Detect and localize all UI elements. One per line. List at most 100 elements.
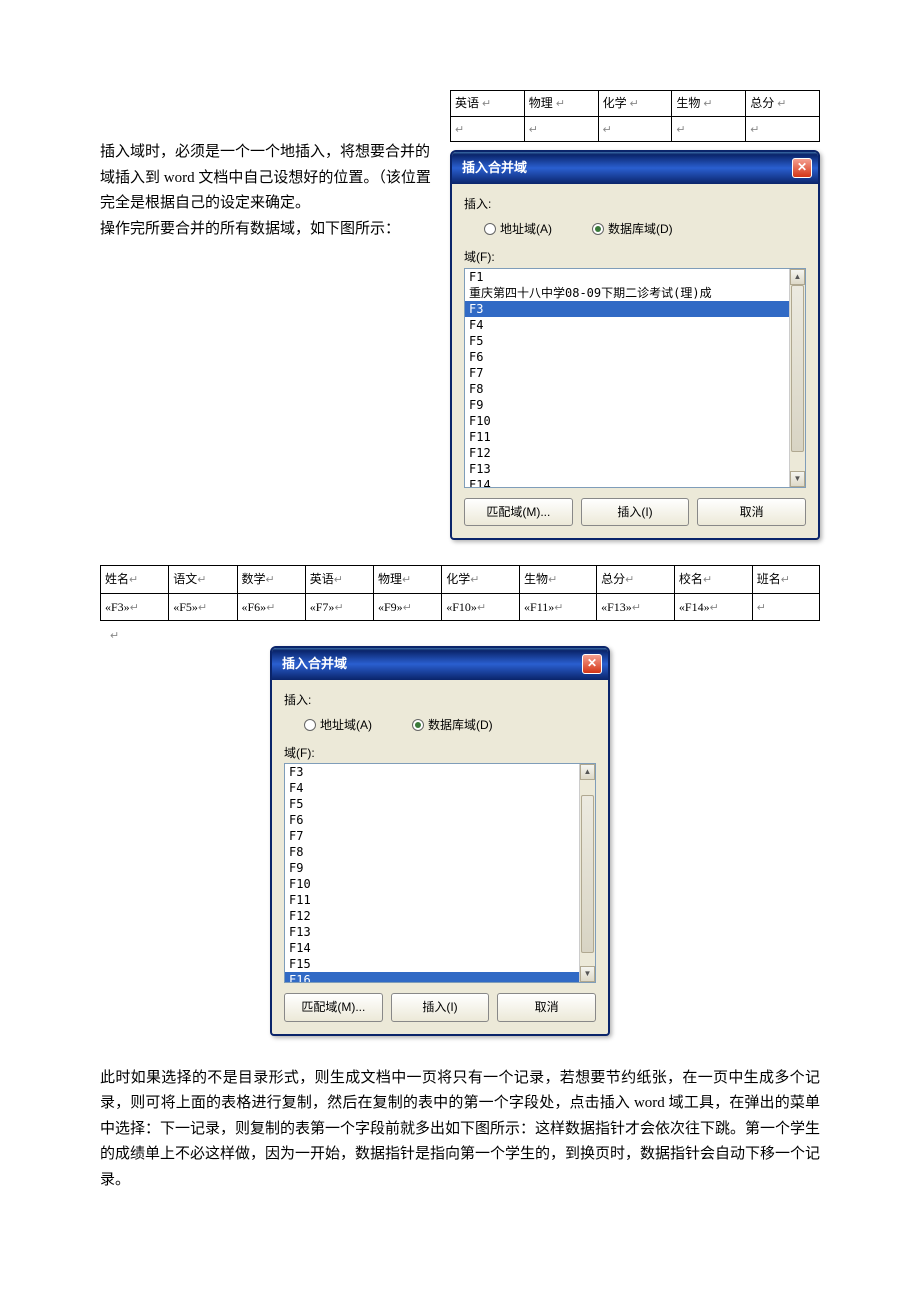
cancel-button[interactable]: 取消 xyxy=(497,993,596,1021)
radio-database-field[interactable]: 数据库域(D) xyxy=(412,715,493,735)
result-td: «F3»↵ xyxy=(101,593,169,621)
result-td: «F11»↵ xyxy=(520,593,597,621)
scrollbar[interactable]: ▲ ▼ xyxy=(789,269,805,487)
fields-label: 域(F): xyxy=(464,247,806,267)
insert-merge-field-dialog-2: 插入合并域 ✕ 插入: 地址域(A) 数据库域(D) 域(F): F3F4F5F… xyxy=(270,646,610,1036)
result-td: «F6»↵ xyxy=(237,593,305,621)
list-item[interactable]: F10 xyxy=(465,413,789,429)
scroll-thumb[interactable] xyxy=(791,285,804,452)
radio-database-field[interactable]: 数据库域(D) xyxy=(592,219,673,239)
list-item[interactable]: F1 xyxy=(465,269,789,285)
list-item[interactable]: 重庆第四十八中学08-09下期二诊考试(理)成 xyxy=(465,285,789,301)
list-item[interactable]: F9 xyxy=(465,397,789,413)
list-item[interactable]: F6 xyxy=(285,812,579,828)
list-item[interactable]: F3 xyxy=(465,301,789,317)
list-item[interactable]: F7 xyxy=(285,828,579,844)
scrollbar[interactable]: ▲ ▼ xyxy=(579,764,595,982)
fields-label: 域(F): xyxy=(284,743,596,763)
fields-listbox[interactable]: F3F4F5F6F7F8F9F10F11F12F13F14F15F16F17 ▲… xyxy=(284,763,596,983)
mini-table: 英语 ↵ 物理 ↵ 化学 ↵ 生物 ↵ 总分 ↵ ↵ ↵ ↵ ↵ ↵ xyxy=(450,90,820,142)
mini-th: 物理 ↵ xyxy=(524,91,598,117)
bottom-paragraph: 此时如果选择的不是目录形式，则生成文档中一页将只有一个记录，若想要节约纸张，在一… xyxy=(100,1066,820,1194)
list-item[interactable]: F16 xyxy=(285,972,579,983)
list-item[interactable]: F12 xyxy=(285,908,579,924)
close-icon[interactable]: ✕ xyxy=(582,654,602,674)
scroll-down-icon[interactable]: ▼ xyxy=(580,966,595,982)
result-td: «F7»↵ xyxy=(305,593,373,621)
insert-label: 插入: xyxy=(284,690,596,710)
list-item[interactable]: F9 xyxy=(285,860,579,876)
listbox-items: F3F4F5F6F7F8F9F10F11F12F13F14F15F16F17 xyxy=(285,764,579,982)
match-fields-button[interactable]: 匹配域(M)... xyxy=(464,498,573,526)
result-th: 英语↵ xyxy=(305,566,373,594)
result-td: «F10»↵ xyxy=(442,593,520,621)
radio-icon xyxy=(484,223,496,235)
list-item[interactable]: F12 xyxy=(465,445,789,461)
result-data-row: «F3»↵ «F5»↵ «F6»↵ «F7»↵ «F9»↵ «F10»↵ «F1… xyxy=(101,593,820,621)
radio-address-label: 地址域(A) xyxy=(320,715,372,735)
mini-th: 英语 ↵ xyxy=(451,91,525,117)
radio-icon xyxy=(412,719,424,731)
dialog2-wrap: 插入合并域 ✕ 插入: 地址域(A) 数据库域(D) 域(F): F3F4F5F… xyxy=(270,646,610,1036)
list-item[interactable]: F15 xyxy=(285,956,579,972)
scroll-track[interactable] xyxy=(580,780,595,966)
list-item[interactable]: F10 xyxy=(285,876,579,892)
list-item[interactable]: F14 xyxy=(465,477,789,488)
list-item[interactable]: F7 xyxy=(465,365,789,381)
result-th: 校名↵ xyxy=(674,566,752,594)
list-item[interactable]: F14 xyxy=(285,940,579,956)
match-fields-button[interactable]: 匹配域(M)... xyxy=(284,993,383,1021)
scroll-thumb[interactable] xyxy=(581,795,594,953)
result-th: 生物↵ xyxy=(520,566,597,594)
radio-icon xyxy=(304,719,316,731)
button-row: 匹配域(M)... 插入(I) 取消 xyxy=(284,993,596,1021)
intro-text: 插入域时，必须是一个一个地插入，将想要合并的域插入到 word 文档中自己设想好… xyxy=(100,90,440,540)
list-item[interactable]: F3 xyxy=(285,764,579,780)
close-icon[interactable]: ✕ xyxy=(792,158,812,178)
dialog1-title: 插入合并域 xyxy=(462,157,527,179)
list-item[interactable]: F8 xyxy=(285,844,579,860)
result-table: 姓名↵ 语文↵ 数学↵ 英语↵ 物理↵ 化学↵ 生物↵ 总分↵ 校名↵ 班名↵ … xyxy=(100,565,820,621)
list-item[interactable]: F8 xyxy=(465,381,789,397)
listbox-items: F1重庆第四十八中学08-09下期二诊考试(理)成F3F4F5F6F7F8F9F… xyxy=(465,269,789,487)
mini-th: 化学 ↵ xyxy=(598,91,672,117)
insert-label: 插入: xyxy=(464,194,806,214)
scroll-up-icon[interactable]: ▲ xyxy=(790,269,805,285)
list-item[interactable]: F4 xyxy=(465,317,789,333)
radio-database-label: 数据库域(D) xyxy=(608,219,673,239)
list-item[interactable]: F4 xyxy=(285,780,579,796)
scroll-down-icon[interactable]: ▼ xyxy=(790,471,805,487)
list-item[interactable]: F5 xyxy=(465,333,789,349)
result-th: 班名↵ xyxy=(752,566,819,594)
list-item[interactable]: F6 xyxy=(465,349,789,365)
top-section: 插入域时，必须是一个一个地插入，将想要合并的域插入到 word 文档中自己设想好… xyxy=(100,90,820,540)
dialog2-titlebar[interactable]: 插入合并域 ✕ xyxy=(272,648,608,680)
result-th: 语文↵ xyxy=(169,566,237,594)
cancel-button[interactable]: 取消 xyxy=(697,498,806,526)
result-td: «F9»↵ xyxy=(374,593,442,621)
list-item[interactable]: F13 xyxy=(285,924,579,940)
insert-button[interactable]: 插入(I) xyxy=(391,993,490,1021)
intro-paragraph-1: 插入域时，必须是一个一个地插入，将想要合并的域插入到 word 文档中自己设想好… xyxy=(100,140,440,217)
result-th: 总分↵ xyxy=(597,566,675,594)
scroll-track[interactable] xyxy=(790,285,805,471)
result-th: 物理↵ xyxy=(374,566,442,594)
list-item[interactable]: F11 xyxy=(285,892,579,908)
fields-listbox[interactable]: F1重庆第四十八中学08-09下期二诊考试(理)成F3F4F5F6F7F8F9F… xyxy=(464,268,806,488)
mini-table-header-row: 英语 ↵ 物理 ↵ 化学 ↵ 生物 ↵ 总分 ↵ xyxy=(451,91,820,117)
list-item[interactable]: F5 xyxy=(285,796,579,812)
scroll-up-icon[interactable]: ▲ xyxy=(580,764,595,780)
insert-merge-field-dialog-1: 插入合并域 ✕ 插入: 地址域(A) 数据库域(D) 域(F): xyxy=(450,150,820,540)
result-td: ↵ xyxy=(752,593,819,621)
radio-group: 地址域(A) 数据库域(D) xyxy=(304,715,596,735)
insert-button[interactable]: 插入(I) xyxy=(581,498,690,526)
dialog1-titlebar[interactable]: 插入合并域 ✕ xyxy=(452,152,818,184)
radio-address-field[interactable]: 地址域(A) xyxy=(484,219,552,239)
list-item[interactable]: F11 xyxy=(465,429,789,445)
dialog2-body: 插入: 地址域(A) 数据库域(D) 域(F): F3F4F5F6F7F8F9F… xyxy=(272,680,608,1034)
result-th: 化学↵ xyxy=(442,566,520,594)
dialog1-body: 插入: 地址域(A) 数据库域(D) 域(F): F1重庆第四十八中学08-09… xyxy=(452,184,818,538)
result-td: «F5»↵ xyxy=(169,593,237,621)
list-item[interactable]: F13 xyxy=(465,461,789,477)
radio-address-field[interactable]: 地址域(A) xyxy=(304,715,372,735)
